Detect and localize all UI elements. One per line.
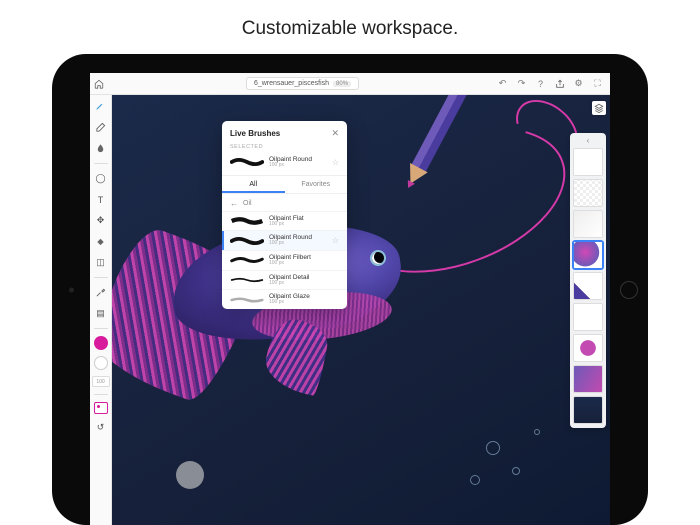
redo-button[interactable]: ↷	[516, 78, 527, 89]
opacity-value[interactable]: 100	[92, 376, 110, 387]
category-label: Oil	[243, 200, 252, 207]
text-tool[interactable]: T	[93, 192, 108, 207]
fullscreen-button[interactable]: ⛶	[592, 78, 603, 89]
image-tool[interactable]: ▤	[93, 306, 108, 321]
transform-tool[interactable]: ✥	[93, 213, 108, 228]
back-arrow-icon: ←	[230, 199, 238, 208]
layer-thumb[interactable]	[573, 303, 603, 331]
bubble-art	[534, 429, 540, 435]
library-button[interactable]	[94, 402, 108, 414]
eraser-tool[interactable]	[93, 120, 108, 135]
brush-size: 100 px	[269, 281, 339, 287]
brush-row[interactable]: Oilpaint Glaze100 px	[222, 289, 347, 309]
tablet-home-button[interactable]	[620, 281, 638, 299]
brush-row[interactable]: Oilpaint Flat100 px	[222, 211, 347, 231]
tab-all[interactable]: All	[222, 176, 285, 193]
brush-tabs: All Favorites	[222, 175, 347, 194]
layer-thumb[interactable]	[573, 210, 603, 238]
help-button[interactable]: ?	[535, 78, 546, 89]
layer-thumb[interactable]	[573, 179, 603, 207]
layer-thumb[interactable]	[573, 365, 603, 393]
brush-preview-icon	[230, 235, 264, 247]
touch-indicator	[176, 461, 204, 489]
tablet-camera	[69, 287, 74, 292]
brush-preview-icon	[230, 274, 264, 286]
layers-toggle-button[interactable]	[592, 101, 606, 115]
selected-section-label: SELECTED	[222, 144, 347, 153]
secondary-color-swatch[interactable]	[94, 356, 108, 370]
brush-preview-icon	[230, 254, 264, 266]
eyedropper-tool[interactable]	[93, 285, 108, 300]
document-title[interactable]: 6_wrensauer_piscesfish 80%	[246, 77, 359, 90]
brush-tool[interactable]	[93, 99, 108, 114]
top-bar: 6_wrensauer_piscesfish 80% ↶ ↷ ? ⚙ ⛶	[90, 73, 610, 95]
brush-size: 100 px	[269, 300, 339, 306]
brush-row-selected[interactable]: Oilpaint Round100 px ☆	[222, 230, 347, 250]
brush-size: 100 px	[269, 241, 327, 247]
favorite-star-icon[interactable]: ☆	[332, 236, 339, 245]
brush-preview-icon	[230, 156, 264, 168]
zoom-level: 80%	[333, 81, 351, 87]
brush-category-row[interactable]: ← Oil	[222, 194, 347, 211]
marketing-caption: Customizable workspace.	[0, 0, 700, 54]
share-button[interactable]	[554, 78, 565, 89]
tablet-frame: 6_wrensauer_piscesfish 80% ↶ ↷ ? ⚙ ⛶ ◯ T…	[52, 54, 648, 525]
layer-thumb[interactable]	[573, 148, 603, 176]
layer-thumb[interactable]	[573, 396, 603, 424]
left-toolbar: ◯ T ✥ ◫ ▤ 100 ↺	[90, 95, 112, 525]
favorite-star-icon[interactable]: ☆	[332, 158, 339, 167]
settings-button[interactable]: ⚙	[573, 78, 584, 89]
tab-favorites[interactable]: Favorites	[285, 176, 348, 193]
history-button[interactable]: ↺	[93, 420, 108, 435]
brushes-title: Live Brushes	[230, 129, 280, 138]
bubble-art	[486, 441, 500, 455]
brush-row[interactable]: Oilpaint Detail100 px	[222, 270, 347, 290]
layer-thumb[interactable]	[573, 334, 603, 362]
brush-row[interactable]: Oilpaint Filbert100 px	[222, 250, 347, 270]
layer-thumb-selected[interactable]	[573, 241, 603, 269]
brush-preview-icon	[230, 215, 264, 227]
canvas[interactable]	[112, 95, 610, 525]
selection-tool[interactable]: ◫	[93, 255, 108, 270]
layer-thumb[interactable]	[573, 272, 603, 300]
selected-brush-row[interactable]: Oilpaint Round100 px ☆	[222, 153, 347, 172]
home-button[interactable]	[90, 79, 108, 89]
undo-button[interactable]: ↶	[497, 78, 508, 89]
primary-color-swatch[interactable]	[94, 336, 108, 350]
document-title-text: 6_wrensauer_piscesfish	[254, 80, 329, 87]
app-screen: 6_wrensauer_piscesfish 80% ↶ ↷ ? ⚙ ⛶ ◯ T…	[90, 73, 610, 525]
shapes-tool[interactable]: ◯	[93, 171, 108, 186]
bubble-art	[512, 467, 520, 475]
brushes-popover: Live Brushes ✕ SELECTED Oilpaint Round10…	[222, 121, 347, 309]
brush-size: 100 px	[269, 261, 339, 267]
bubble-art	[470, 475, 480, 485]
fill-tool[interactable]	[93, 234, 108, 249]
layers-panel: ‹	[570, 133, 606, 428]
brush-size: 100 px	[269, 222, 339, 228]
layers-collapse-button[interactable]: ‹	[573, 137, 603, 145]
smudge-tool[interactable]	[93, 141, 108, 156]
brush-size: 100 px	[269, 163, 327, 169]
close-icon[interactable]: ✕	[331, 128, 339, 139]
fish-eye-art	[370, 250, 386, 266]
brush-preview-icon	[230, 294, 264, 306]
